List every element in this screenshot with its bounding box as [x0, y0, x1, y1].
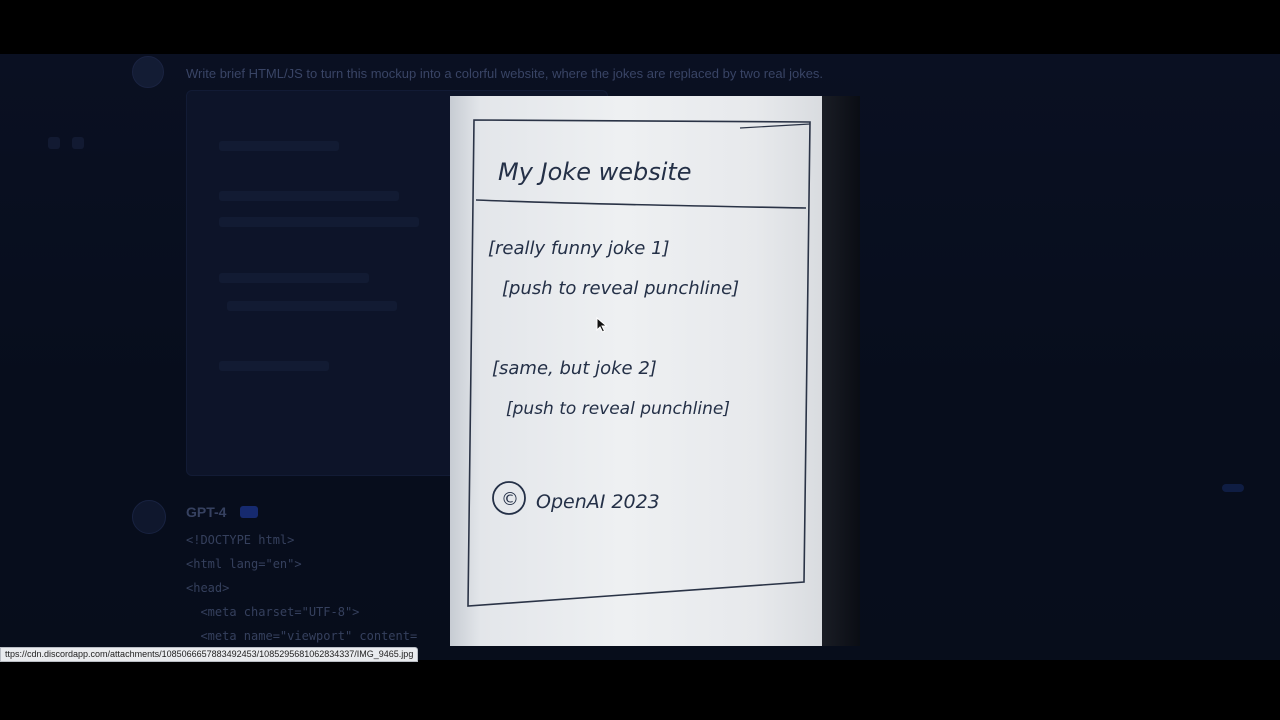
sidebar-icon[interactable] — [72, 137, 84, 149]
ghost-line — [227, 301, 397, 311]
screen: Write brief HTML/JS to turn this mockup … — [0, 0, 1280, 720]
bot-badge — [240, 506, 258, 518]
scroll-indicator[interactable] — [1222, 484, 1244, 492]
sketch-button-2: [push to reveal punchline] — [506, 399, 730, 419]
ghost-line — [219, 191, 399, 201]
code-line: <head> — [186, 581, 230, 595]
copyright-symbol: © — [501, 489, 519, 510]
ghost-line — [219, 361, 329, 371]
sketch-joke-2: [same, but joke 2] — [492, 358, 657, 379]
sidebar-icon[interactable] — [48, 137, 60, 149]
code-line: <meta name="viewport" content= — [186, 629, 418, 643]
ghost-line — [219, 273, 369, 283]
header-divider — [475, 199, 807, 209]
sketch-photo[interactable]: My Joke website [really funny joke 1] [p… — [450, 96, 860, 646]
code-line: <html lang="en"> — [186, 557, 302, 571]
sketch-title: My Joke website — [498, 158, 692, 186]
mouse-cursor-icon — [596, 317, 608, 333]
ghost-line — [219, 217, 419, 227]
user-message: Write brief HTML/JS to turn this mockup … — [186, 66, 824, 81]
status-bar-url: ttps://cdn.discordapp.com/attachments/10… — [0, 647, 419, 662]
sketch-button-1: [push to reveal punchline] — [502, 278, 739, 299]
wireframe-sketch: My Joke website [really funny joke 1] [p… — [467, 119, 811, 607]
scribble-mark — [739, 123, 811, 129]
sketch-joke-1: [really funny joke 1] — [488, 238, 670, 259]
ghost-line — [219, 141, 339, 151]
sketch-footer: OpenAI 2023 — [536, 491, 660, 513]
assistant-name: GPT-4 — [186, 504, 227, 520]
code-line: <!DOCTYPE html> — [186, 533, 295, 547]
assistant-avatar — [132, 500, 166, 534]
code-block: <!DOCTYPE html> <html lang="en"> <head> … — [186, 528, 486, 648]
sidebar-icons — [48, 136, 108, 160]
code-line: <meta charset="UTF-8"> — [186, 605, 360, 619]
user-avatar — [132, 56, 164, 88]
